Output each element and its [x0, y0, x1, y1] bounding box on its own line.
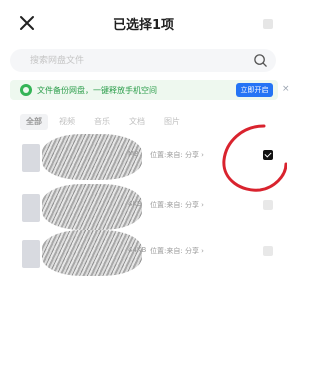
redaction-scribble — [42, 184, 142, 230]
filter-tab-music[interactable]: 音乐 — [88, 114, 116, 130]
file-location-meta: 位置:来自: 分享 › — [150, 201, 204, 209]
filter-tab-all[interactable]: 全部 — [20, 114, 48, 130]
file-location-meta: 位置:来自: 分享 › — [150, 247, 204, 255]
file-location-meta: 位置:来自: 分享 › — [150, 151, 204, 159]
red-circle-annotation — [222, 124, 287, 192]
search-input[interactable] — [30, 49, 230, 72]
file-row[interactable]: 44KB 位置:来自: 分享 › — [0, 230, 287, 280]
banner-text: 文件备份网盘，一键释放手机空间 — [37, 86, 157, 95]
redaction-scribble — [42, 230, 142, 276]
file-type-icon — [22, 144, 40, 172]
filter-tab-video[interactable]: 视频 — [53, 114, 81, 130]
search-icon[interactable] — [253, 53, 268, 68]
filter-tab-image[interactable]: 图片 — [158, 114, 186, 130]
file-checkbox[interactable] — [263, 200, 273, 210]
select-all-checkbox[interactable] — [263, 19, 273, 29]
file-checkbox[interactable] — [263, 246, 273, 256]
file-size: 4KB — [128, 200, 142, 208]
banner-close-icon[interactable]: × — [282, 84, 290, 94]
file-type-icon — [22, 194, 40, 222]
page-title: 已选择1项 — [112, 18, 175, 33]
top-bar: 已选择1项 — [0, 0, 287, 46]
search-bar[interactable] — [10, 49, 276, 72]
filter-tab-document[interactable]: 文档 — [123, 114, 151, 130]
backup-banner: 文件备份网盘，一键释放手机空间 立即开启 × — [10, 80, 290, 100]
enable-backup-button[interactable]: 立即开启 — [236, 83, 273, 97]
file-size: 44KB — [128, 246, 147, 254]
file-type-icon — [22, 240, 40, 268]
redaction-scribble — [42, 134, 142, 180]
file-size: MB — [128, 150, 139, 158]
cloud-backup-icon — [20, 84, 32, 96]
